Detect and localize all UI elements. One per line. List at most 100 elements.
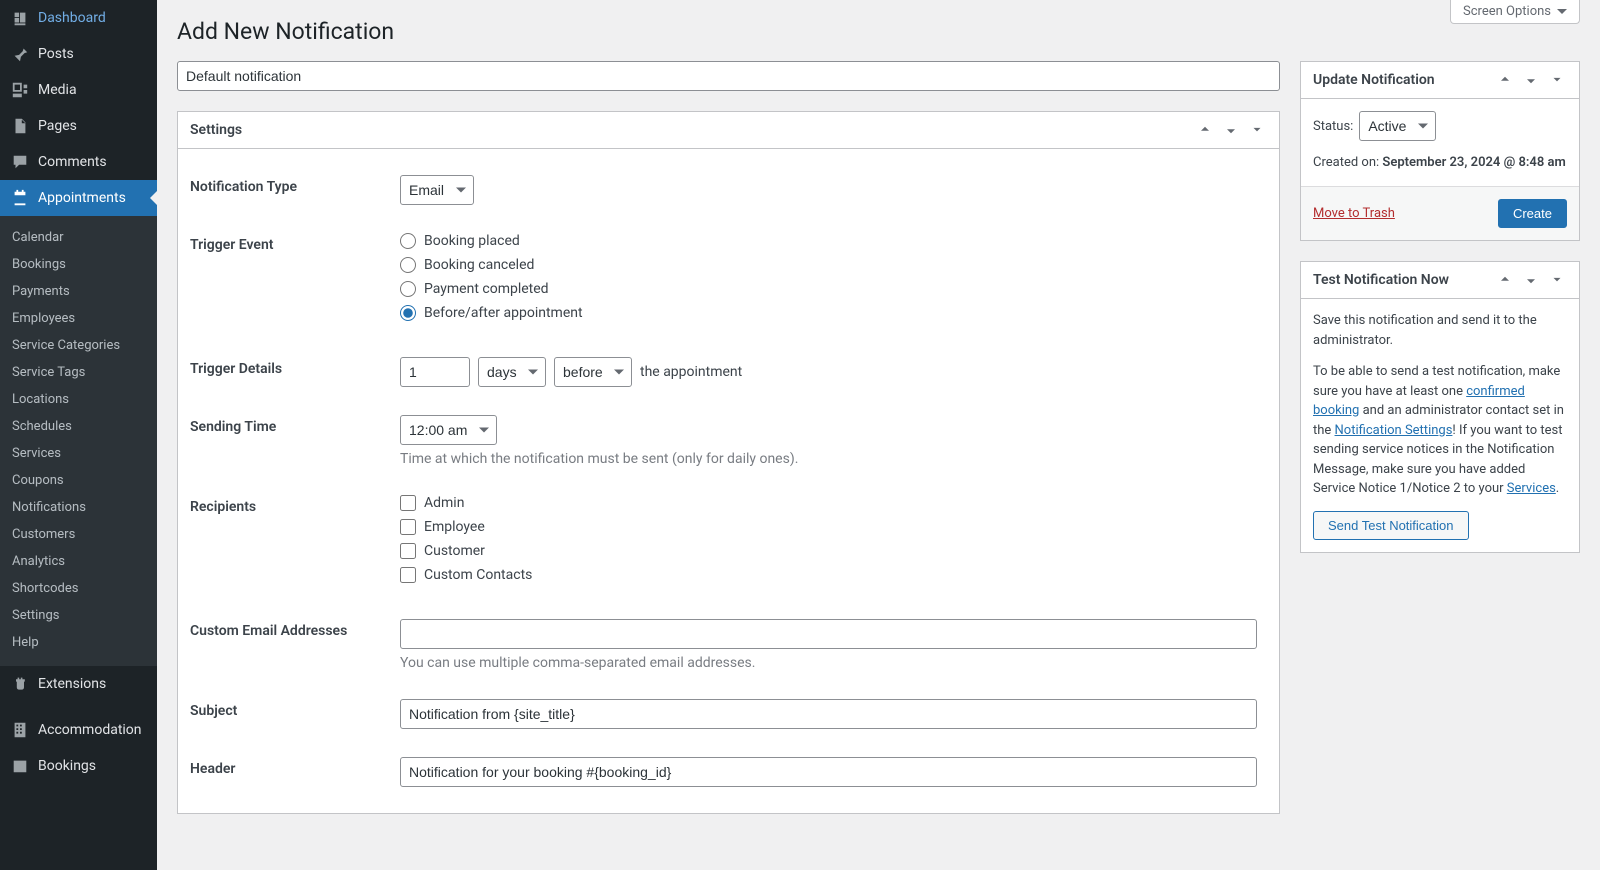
sidebar-subitem-locations[interactable]: Locations — [0, 386, 157, 413]
move-up-icon[interactable] — [1195, 120, 1215, 140]
sending-time-select[interactable]: 12:00 am — [400, 415, 497, 445]
sidebar-item-label: Comments — [38, 154, 107, 170]
sidebar-subitem-employees[interactable]: Employees — [0, 305, 157, 332]
send-test-button[interactable]: Send Test Notification — [1313, 511, 1469, 540]
sidebar-item-label: Posts — [38, 46, 74, 62]
plugin-icon — [10, 674, 30, 694]
move-down-icon[interactable] — [1521, 270, 1541, 290]
field-label: Custom Email Addresses — [190, 605, 390, 685]
status-select[interactable]: Active — [1359, 111, 1436, 141]
toggle-icon[interactable] — [1547, 70, 1567, 90]
dashboard-icon — [10, 8, 30, 28]
sidebar-subitem-services[interactable]: Services — [0, 440, 157, 467]
sidebar-subitem-customers[interactable]: Customers — [0, 521, 157, 548]
sidebar-item-label: Bookings — [38, 758, 96, 774]
sidebar-item-media[interactable]: Media — [0, 72, 157, 108]
title-input[interactable] — [177, 61, 1280, 91]
trigger-when-select[interactable]: before — [554, 357, 632, 387]
trigger-radio[interactable] — [400, 233, 416, 249]
notification-settings-link[interactable]: Notification Settings — [1335, 423, 1453, 438]
recipient-checkbox[interactable] — [400, 495, 416, 511]
sidebar-item-extensions[interactable]: Extensions — [0, 666, 157, 702]
recipient-checkbox[interactable] — [400, 543, 416, 559]
recipient-option[interactable]: Admin — [400, 495, 1257, 511]
trigger-radio[interactable] — [400, 281, 416, 297]
create-button[interactable]: Create — [1498, 199, 1567, 228]
notification-type-select[interactable]: Email — [400, 175, 474, 205]
chevron-down-icon — [1557, 9, 1567, 19]
media-icon — [10, 80, 30, 100]
page-title: Add New Notification — [177, 18, 1580, 45]
sidebar-item-label: Media — [38, 82, 77, 98]
test-notification-panel: Test Notification Now Save this notifica… — [1300, 261, 1580, 553]
trigger-option[interactable]: Payment completed — [400, 281, 1257, 297]
move-down-icon[interactable] — [1521, 70, 1541, 90]
trigger-radio[interactable] — [400, 257, 416, 273]
trigger-tail-text: the appointment — [640, 364, 742, 380]
panel-title: Settings — [190, 112, 242, 148]
sidebar-subitem-notifications[interactable]: Notifications — [0, 494, 157, 521]
admin-sidebar: Dashboard Posts Media Pages Comments Appointm… — [0, 0, 157, 870]
checkbox-label: Custom Contacts — [424, 567, 532, 583]
sidebar-item-bookings[interactable]: Bookings — [0, 748, 157, 784]
recipient-option[interactable]: Custom Contacts — [400, 567, 1257, 583]
checkbox-label: Admin — [424, 495, 464, 511]
move-up-icon[interactable] — [1495, 70, 1515, 90]
trigger-unit-select[interactable]: days — [478, 357, 546, 387]
move-down-icon[interactable] — [1221, 120, 1241, 140]
update-notification-panel: Update Notification Status: Active — [1300, 61, 1580, 241]
custom-emails-input[interactable] — [400, 619, 1257, 649]
radio-label: Payment completed — [424, 281, 549, 297]
help-text: Save this notification and send it to th… — [1313, 311, 1567, 350]
services-link[interactable]: Services — [1507, 481, 1556, 496]
sidebar-subitem-analytics[interactable]: Analytics — [0, 548, 157, 575]
toggle-icon[interactable] — [1547, 270, 1567, 290]
field-label: Notification Type — [190, 161, 390, 219]
toggle-icon[interactable] — [1247, 120, 1267, 140]
trigger-radio[interactable] — [400, 305, 416, 321]
sidebar-item-pages[interactable]: Pages — [0, 108, 157, 144]
sidebar-item-posts[interactable]: Posts — [0, 36, 157, 72]
sidebar-item-label: Extensions — [38, 676, 106, 692]
move-to-trash-link[interactable]: Move to Trash — [1313, 206, 1395, 221]
sidebar-item-accommodation[interactable]: Accommodation — [0, 712, 157, 748]
screen-options-button[interactable]: Screen Options — [1450, 0, 1580, 24]
field-label: Trigger Event — [190, 219, 390, 343]
calgrid-icon — [10, 756, 30, 776]
trigger-option[interactable]: Booking canceled — [400, 257, 1257, 273]
sidebar-subitem-help[interactable]: Help — [0, 629, 157, 656]
sidebar-subitem-calendar[interactable]: Calendar — [0, 224, 157, 251]
radio-label: Booking canceled — [424, 257, 534, 273]
sidebar-subitem-coupons[interactable]: Coupons — [0, 467, 157, 494]
sidebar-subitem-service-tags[interactable]: Service Tags — [0, 359, 157, 386]
trigger-number-input[interactable] — [400, 357, 470, 387]
recipient-checkbox[interactable] — [400, 519, 416, 535]
move-up-icon[interactable] — [1495, 270, 1515, 290]
recipient-checkbox[interactable] — [400, 567, 416, 583]
field-label: Recipients — [190, 481, 390, 605]
panel-title: Update Notification — [1313, 62, 1435, 98]
sidebar-subitem-schedules[interactable]: Schedules — [0, 413, 157, 440]
building-icon — [10, 720, 30, 740]
sidebar-subitem-settings[interactable]: Settings — [0, 602, 157, 629]
sidebar-item-label: Pages — [38, 118, 77, 134]
sidebar-item-dashboard[interactable]: Dashboard — [0, 0, 157, 36]
sidebar-item-appointments[interactable]: Appointments — [0, 180, 157, 216]
checkbox-label: Employee — [424, 519, 485, 535]
trigger-option[interactable]: Booking placed — [400, 233, 1257, 249]
recipient-option[interactable]: Customer — [400, 543, 1257, 559]
sidebar-subitem-service-categories[interactable]: Service Categories — [0, 332, 157, 359]
field-label: Subject — [190, 685, 390, 743]
trigger-option[interactable]: Before/after appointment — [400, 305, 1257, 321]
sidebar-item-label: Accommodation — [38, 722, 142, 738]
sidebar-item-comments[interactable]: Comments — [0, 144, 157, 180]
page-icon — [10, 116, 30, 136]
recipient-option[interactable]: Employee — [400, 519, 1257, 535]
sidebar-subitem-bookings[interactable]: Bookings — [0, 251, 157, 278]
subject-input[interactable] — [400, 699, 1257, 729]
field-description: Time at which the notification must be s… — [400, 451, 1257, 467]
header-input[interactable] — [400, 757, 1257, 787]
sidebar-subitem-shortcodes[interactable]: Shortcodes — [0, 575, 157, 602]
pin-icon — [10, 44, 30, 64]
sidebar-subitem-payments[interactable]: Payments — [0, 278, 157, 305]
